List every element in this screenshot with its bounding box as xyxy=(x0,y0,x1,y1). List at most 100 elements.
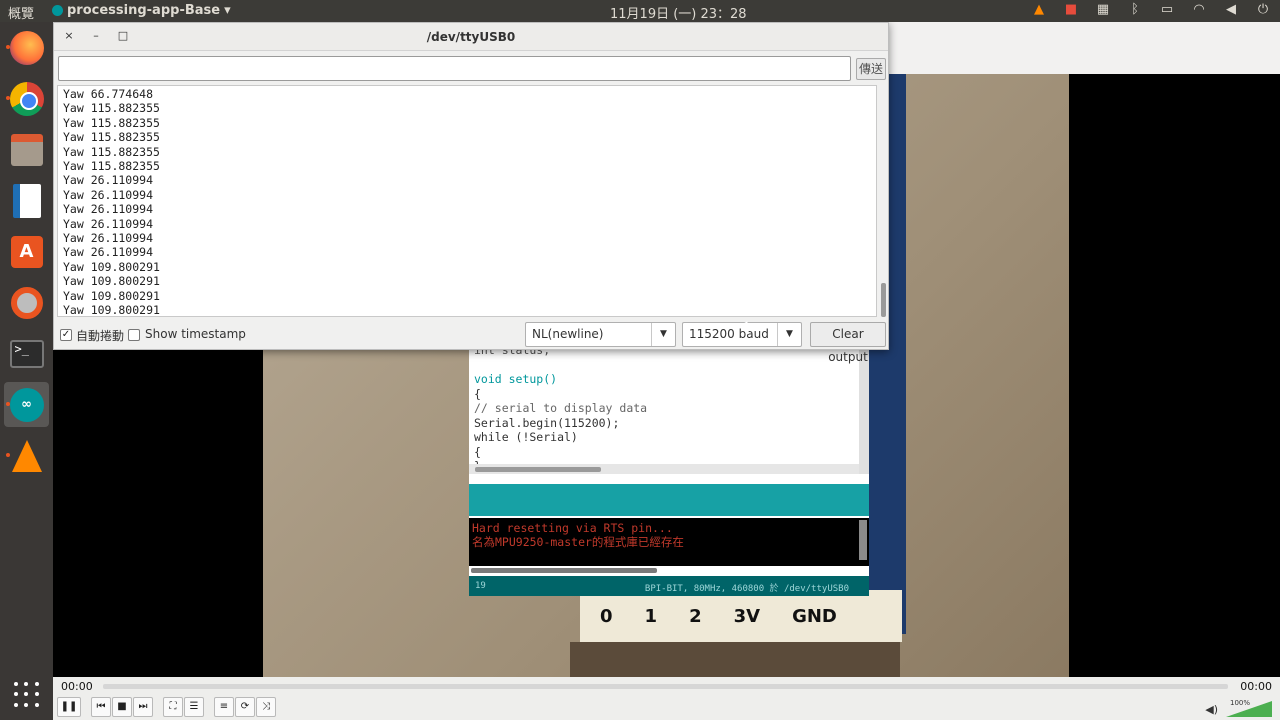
pause-button[interactable]: ❚❚ xyxy=(57,697,81,717)
serial-send-input[interactable] xyxy=(58,56,851,81)
vlc-icon xyxy=(11,439,42,472)
autoscroll-label: 自動捲動 xyxy=(76,329,125,343)
store-icon: A xyxy=(10,235,43,268)
timestamp-checkbox[interactable] xyxy=(128,329,140,341)
chevron-down-icon: ▼ xyxy=(651,323,675,346)
scroll-thumb[interactable] xyxy=(475,467,601,472)
speaker-icon[interactable]: ◀) xyxy=(1205,703,1218,716)
code-line: Serial.begin(115200); xyxy=(474,415,620,430)
ide-console: Hard resetting via RTS pin... 名為MPU9250-… xyxy=(469,518,869,566)
ide-footer: 19 BPI-BIT, 80MHz, 460800 於 /dev/ttyUSB0 xyxy=(469,576,869,596)
output-line: Yaw 26.110994 xyxy=(63,231,154,246)
pin-label: GND xyxy=(792,605,837,627)
console-line: Hard resetting via RTS pin... xyxy=(472,521,673,535)
board-port-info: BPI-BIT, 80MHz, 460800 於 /dev/ttyUSB0 xyxy=(644,584,849,594)
keyboard-layout-icon[interactable]: ▭ xyxy=(1158,2,1176,17)
shuffle-button[interactable]: ⤨ xyxy=(256,697,276,717)
firefox-icon xyxy=(9,30,44,65)
wifi-icon[interactable]: ◠ xyxy=(1190,2,1208,17)
playlist-button[interactable]: ≡ xyxy=(214,697,234,717)
timestamp-label: Show timestamp xyxy=(145,327,246,341)
line-ending-value: NL(newline) xyxy=(532,327,604,341)
writer-launcher[interactable] xyxy=(4,178,49,223)
volume-slider[interactable] xyxy=(1226,701,1272,717)
arduino-icon xyxy=(52,5,63,16)
baud-rate-value: 115200 baud xyxy=(689,327,769,341)
pin-label: 2 xyxy=(689,605,702,627)
output-scrollbar[interactable] xyxy=(879,85,888,317)
vlc-icon[interactable]: ▲ xyxy=(1030,2,1048,17)
clear-output-button[interactable]: Clear output xyxy=(810,322,886,364)
line-ending-dropdown[interactable]: NL(newline) ▼ xyxy=(525,322,676,347)
editor-horizontal-scrollbar[interactable] xyxy=(469,464,859,474)
autoscroll-checkbox[interactable]: ✓ xyxy=(60,329,72,341)
system-tray: ▲ ■ ▦ ᛒ ▭ ◠ ◀ ⏻ xyxy=(1030,2,1272,17)
elapsed-time: 00:00 xyxy=(61,680,93,693)
code-line: // serial to display data xyxy=(474,401,648,415)
code-editor[interactable]: int status; void setup() { // serial to … xyxy=(469,340,859,464)
code-line: while (!Serial) xyxy=(474,430,578,444)
power-icon[interactable]: ⏻ xyxy=(1254,2,1272,17)
loop-button[interactable]: ⟳ xyxy=(235,697,255,717)
chrome-icon xyxy=(9,81,44,116)
serial-output[interactable]: Yaw 66.774648 Yaw 115.882355 Yaw 115.88235… xyxy=(57,85,877,317)
desktop: 0 1 2 3V GND int status; void setup() { … xyxy=(0,0,1280,720)
send-button[interactable]: 傳送 xyxy=(856,58,886,80)
arduino-ide-window: int status; void setup() { // serial to … xyxy=(469,340,869,596)
output-line: Yaw 26.110994 xyxy=(63,202,154,217)
output-line: Yaw 66.774648 xyxy=(63,87,154,101)
arduino-launcher[interactable]: ∞ xyxy=(4,382,49,427)
launcher-dock: A >_ ∞ xyxy=(0,22,53,720)
output-line: Yaw 109.800291 xyxy=(63,303,160,317)
files-launcher[interactable] xyxy=(4,127,49,172)
output-line: Yaw 26.110994 xyxy=(63,187,154,202)
previous-button[interactable]: ⏮ xyxy=(91,697,111,717)
show-apps-icon[interactable] xyxy=(14,682,40,708)
stop-button[interactable]: ■ xyxy=(112,697,132,717)
serial-monitor-window: × – □ /dev/ttyUSB0 傳送 Yaw 66.774648 Yaw 1… xyxy=(53,22,889,364)
output-line: Yaw 26.110994 xyxy=(63,173,154,188)
seek-bar[interactable] xyxy=(103,684,1228,689)
keyboard-icon[interactable]: ▦ xyxy=(1094,2,1112,17)
gear-icon xyxy=(10,286,43,319)
vlc-launcher[interactable] xyxy=(4,433,49,478)
scroll-thumb[interactable] xyxy=(881,283,886,317)
console-line: 名為MPU9250-master的程式庫已經存在 xyxy=(472,535,684,549)
bluetooth-icon[interactable]: ᛒ xyxy=(1126,2,1144,17)
volume-icon[interactable]: ◀ xyxy=(1222,2,1240,17)
console-scrollbar[interactable] xyxy=(859,520,867,560)
document-icon xyxy=(12,183,41,218)
next-button[interactable]: ⏭ xyxy=(133,697,153,717)
output-line: Yaw 109.800291 xyxy=(63,274,160,289)
files-icon xyxy=(10,133,43,166)
camera-icon[interactable]: ■ xyxy=(1062,2,1080,17)
board-pin-strip: 0 1 2 3V GND xyxy=(580,590,902,642)
code-line: { xyxy=(474,386,481,401)
output-line: Yaw 115.882355 xyxy=(63,101,160,116)
app-menu[interactable]: processing-app-Base ▾ xyxy=(52,3,231,18)
extended-settings-button[interactable]: ☰ xyxy=(184,697,204,717)
clock[interactable]: 11月19日 (一) 23：28 xyxy=(610,3,747,22)
output-line: Yaw 26.110994 xyxy=(63,216,154,231)
pin-label: 3V xyxy=(733,605,761,627)
chevron-down-icon: ▾ xyxy=(224,3,231,18)
board-shadow xyxy=(570,642,900,678)
vlc-menubar xyxy=(888,22,1280,74)
console-horizontal-scrollbar[interactable] xyxy=(471,568,657,573)
chrome-launcher[interactable] xyxy=(4,76,49,121)
window-titlebar[interactable]: × – □ /dev/ttyUSB0 xyxy=(54,23,888,51)
terminal-launcher[interactable]: >_ xyxy=(4,331,49,376)
vlc-controls: 00:00 00:00 ❚❚ ⏮ ■ ⏭ ⛶ ☰ ≡ ⟳ ⤨ ◀) 100% xyxy=(53,677,1280,720)
output-line: Yaw 109.800291 xyxy=(63,288,160,303)
settings-launcher[interactable] xyxy=(4,280,49,325)
output-line: Yaw 115.882355 xyxy=(63,130,160,145)
top-panel: 概覽 processing-app-Base ▾ 11月19日 (一) 23：2… xyxy=(0,0,1280,22)
serial-options-bar: ✓ 自動捲動 Show timestamp NL(newline) ▼ 1152… xyxy=(54,319,888,364)
output-line: Yaw 115.882355 xyxy=(63,115,160,130)
code-line: void setup() xyxy=(474,372,558,386)
firefox-launcher[interactable] xyxy=(4,25,49,70)
software-center-launcher[interactable]: A xyxy=(4,229,49,274)
fullscreen-button[interactable]: ⛶ xyxy=(163,697,183,717)
activities-button[interactable]: 概覽 xyxy=(8,3,34,22)
